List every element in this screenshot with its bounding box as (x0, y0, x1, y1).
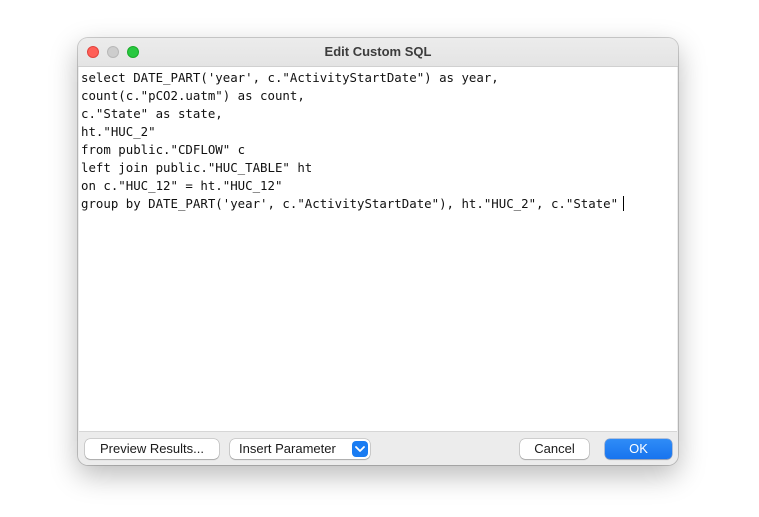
sql-line: c."State" as state, (81, 106, 223, 121)
ok-button[interactable]: OK (605, 439, 672, 459)
insert-parameter-label: Insert Parameter (239, 441, 336, 456)
chevron-down-glyph (355, 446, 365, 452)
sql-text[interactable]: select DATE_PART('year', c."ActivityStar… (81, 69, 625, 213)
text-caret (623, 196, 625, 211)
sql-line: select DATE_PART('year', c."ActivityStar… (81, 70, 499, 85)
dialog-footer: Preview Results... Insert Parameter Canc… (78, 432, 678, 465)
sql-line: left join public."HUC_TABLE" ht (81, 160, 313, 175)
chevron-down-icon[interactable] (352, 441, 368, 457)
sql-line-last: group by DATE_PART('year', c."ActivitySt… (81, 195, 625, 213)
insert-parameter-dropdown[interactable]: Insert Parameter (230, 439, 370, 459)
sql-line: on c."HUC_12" = ht."HUC_12" (81, 178, 283, 193)
cancel-button[interactable]: Cancel (520, 439, 589, 459)
edit-custom-sql-dialog: Edit Custom SQL select DATE_PART('year',… (78, 38, 678, 465)
sql-line: count(c."pCO2.uatm") as count, (81, 88, 305, 103)
title-bar[interactable]: Edit Custom SQL (78, 38, 678, 67)
sql-editor[interactable]: select DATE_PART('year', c."ActivityStar… (79, 67, 677, 458)
sql-line: from public."CDFLOW" c (81, 142, 246, 157)
sql-line: ht."HUC_2" (81, 124, 156, 139)
dialog-title: Edit Custom SQL (324, 44, 432, 59)
preview-results-button[interactable]: Preview Results... (85, 439, 219, 459)
sql-line-last-text: group by DATE_PART('year', c."ActivitySt… (81, 196, 619, 211)
